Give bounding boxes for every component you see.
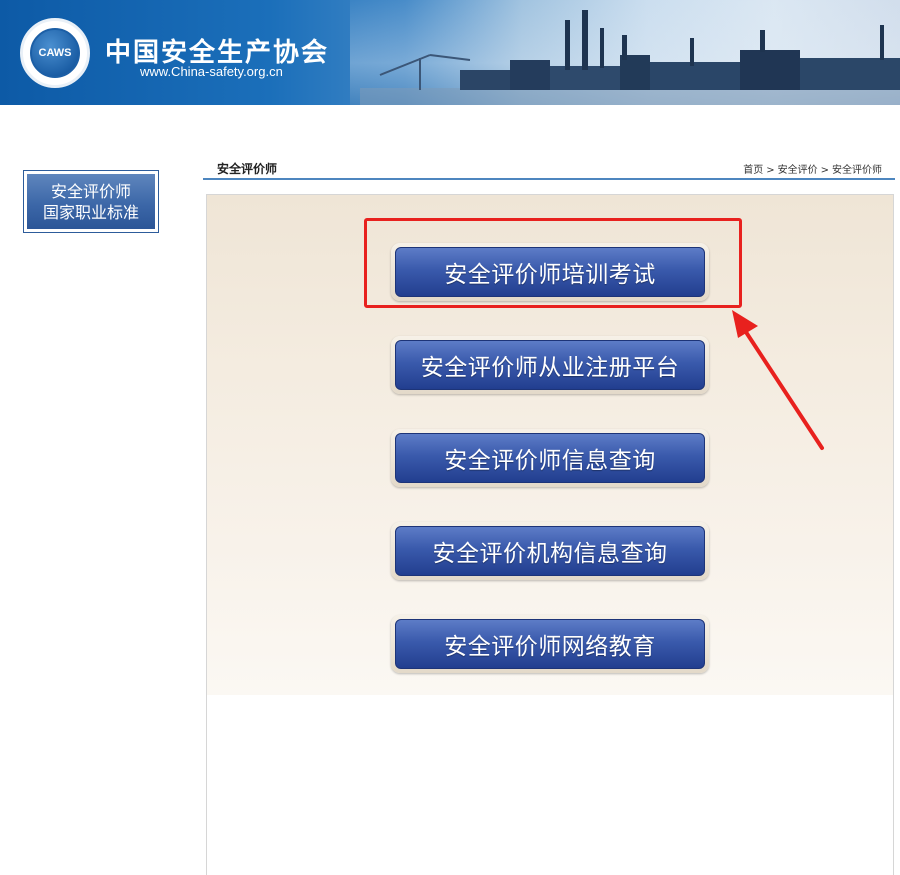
menu-button-label: 安全评价师网络教育 bbox=[395, 619, 705, 669]
sidebar-badge-face: 安全评价师 国家职业标准 bbox=[27, 174, 155, 229]
menu-button-label: 安全评价机构信息查询 bbox=[395, 526, 705, 576]
breadcrumb-home[interactable]: 首页 bbox=[743, 165, 763, 176]
breadcrumb-current: 安全评价师 bbox=[832, 165, 882, 176]
sidebar-badge-line1: 安全评价师 bbox=[50, 181, 131, 201]
sidebar-badge-line2: 国家职业标准 bbox=[42, 202, 139, 222]
menu-button-label: 安全评价师信息查询 bbox=[395, 433, 705, 483]
breadcrumb-safety-evaluation[interactable]: 安全评价 bbox=[778, 165, 818, 176]
site-header-banner: CAWS 中国安全生产协会 www.China-safety.org.cn bbox=[0, 0, 900, 105]
logo-emblem: CAWS bbox=[30, 28, 80, 78]
menu-button-evaluator-info-query[interactable]: 安全评价师信息查询 bbox=[391, 429, 709, 487]
menu-button-institution-info-query[interactable]: 安全评价机构信息查询 bbox=[391, 522, 709, 580]
menu-button-online-education[interactable]: 安全评价师网络教育 bbox=[391, 615, 709, 673]
breadcrumb-separator: > bbox=[820, 165, 829, 176]
site-url: www.China-safety.org.cn bbox=[140, 64, 283, 79]
caws-logo[interactable]: CAWS bbox=[20, 18, 90, 88]
annotation-arrow-icon bbox=[732, 310, 824, 450]
title-divider bbox=[203, 178, 895, 180]
breadcrumb: 首页 > 安全评价 > 安全评价师 bbox=[743, 161, 882, 176]
menu-button-registration-platform[interactable]: 安全评价师从业注册平台 bbox=[391, 336, 709, 394]
menu-button-label: 安全评价师从业注册平台 bbox=[395, 340, 705, 390]
page-title: 安全评价师 bbox=[217, 162, 278, 176]
breadcrumb-separator: > bbox=[766, 165, 775, 176]
annotation-highlight-box bbox=[364, 218, 742, 308]
sidebar-standard-link[interactable]: 安全评价师 国家职业标准 bbox=[23, 170, 159, 233]
industrial-skyline-graphic bbox=[360, 10, 900, 105]
